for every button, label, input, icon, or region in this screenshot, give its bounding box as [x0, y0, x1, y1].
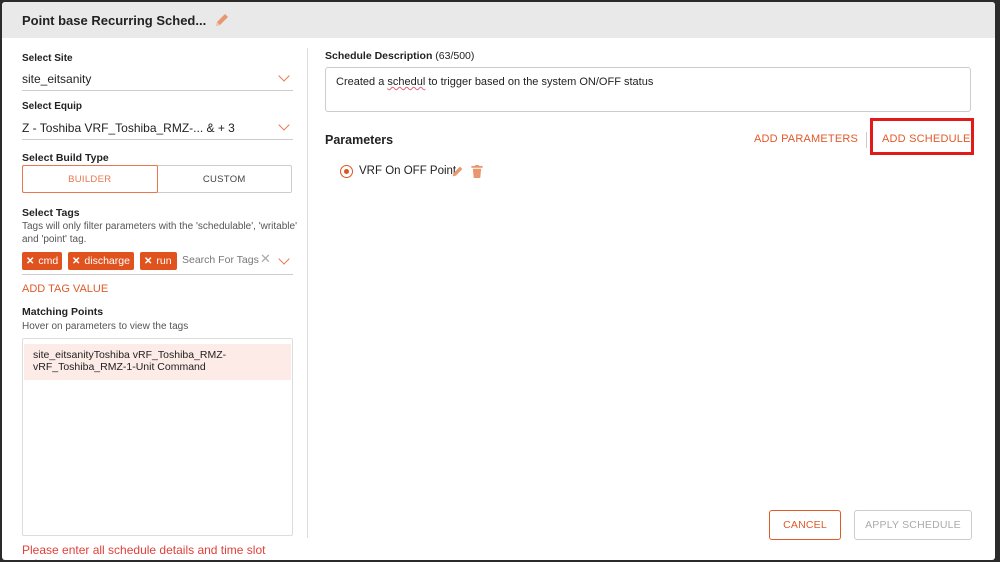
tag-chip-run[interactable]: ✕ run — [140, 252, 177, 270]
select-tags-label: Select Tags — [22, 207, 80, 219]
matching-points-label: Matching Points — [22, 306, 104, 318]
description-text-end: to trigger based on the system ON/OFF st… — [425, 76, 654, 88]
tag-chip-label: run — [156, 255, 172, 267]
select-site-label: Select Site — [22, 53, 73, 64]
chevron-down-icon[interactable] — [278, 119, 290, 131]
build-type-label: Select Build Type — [22, 152, 109, 164]
schedule-description-input[interactable]: Created a schedul to trigger based on th… — [325, 67, 971, 112]
action-separator — [866, 132, 867, 148]
matching-points-list[interactable]: site_eitsanityToshiba vRF_Toshiba_RMZ-vR… — [22, 338, 293, 536]
tag-chip-label: discharge — [84, 255, 130, 267]
add-parameters-button[interactable]: ADD PARAMETERS — [754, 133, 858, 145]
description-char-count: (63/500) — [435, 50, 475, 62]
site-select[interactable]: site_eitsanity — [22, 72, 91, 86]
site-underline — [22, 90, 293, 91]
edit-title-pencil-icon[interactable] — [214, 12, 230, 28]
tag-chip-cmd[interactable]: ✕ cmd — [22, 252, 62, 270]
matching-points-hint: Hover on parameters to view the tags — [22, 321, 189, 332]
tags-hint: Tags will only filter parameters with th… — [22, 221, 297, 245]
radio-selected-icon[interactable] — [340, 165, 353, 178]
close-icon[interactable]: ✕ — [72, 256, 80, 267]
equip-underline — [22, 139, 293, 140]
equip-select[interactable]: Z - Toshiba VRF_Toshiba_RMZ-... & + 3 — [22, 121, 235, 135]
modal-title: Point base Recurring Sched... — [22, 12, 207, 28]
select-equip-label: Select Equip — [22, 101, 83, 112]
error-message: Please enter all schedule details and ti… — [22, 543, 266, 560]
close-icon[interactable]: ✕ — [144, 256, 152, 267]
chevron-down-icon[interactable] — [278, 70, 290, 82]
description-text-start: Created a — [336, 76, 388, 88]
modal-header: Point base Recurring Sched... — [2, 2, 995, 38]
builder-button[interactable]: BUILDER — [22, 165, 158, 193]
right-panel: Schedule Description (63/500) Created a … — [325, 38, 975, 560]
left-panel: Select Site site_eitsanity Select Equip … — [22, 38, 297, 560]
description-label-text: Schedule Description — [325, 50, 433, 62]
parameters-title: Parameters — [325, 133, 394, 147]
parameter-label: VRF On OFF Point — [359, 165, 457, 177]
tags-underline — [22, 274, 293, 275]
panel-divider — [307, 48, 308, 538]
add-schedule-highlight — [870, 118, 974, 155]
clear-tags-close-icon[interactable]: ✕ — [260, 251, 271, 267]
tag-chip-discharge[interactable]: ✕ discharge — [68, 252, 134, 270]
cancel-button[interactable]: CANCEL — [769, 510, 841, 540]
schedule-description-label: Schedule Description (63/500) — [325, 50, 474, 62]
apply-schedule-button[interactable]: APPLY SCHEDULE — [854, 510, 972, 540]
edit-parameter-pencil-icon[interactable] — [451, 165, 464, 178]
build-type-toggle: BUILDER CUSTOM — [22, 165, 292, 193]
schedule-modal: Point base Recurring Sched... Select Sit… — [2, 2, 995, 560]
list-item[interactable]: site_eitsanityToshiba vRF_Toshiba_RMZ-vR… — [24, 344, 291, 380]
close-icon[interactable]: ✕ — [26, 256, 34, 267]
add-tag-value-link[interactable]: ADD TAG VALUE — [22, 283, 108, 295]
tag-chip-label: cmd — [38, 255, 59, 267]
description-misspelled-word: schedul — [387, 76, 426, 88]
tags-search-input[interactable]: Search For Tags — [182, 254, 259, 266]
custom-button[interactable]: CUSTOM — [158, 166, 292, 192]
delete-parameter-trash-icon[interactable] — [471, 165, 483, 178]
chevron-down-icon[interactable] — [278, 253, 290, 265]
